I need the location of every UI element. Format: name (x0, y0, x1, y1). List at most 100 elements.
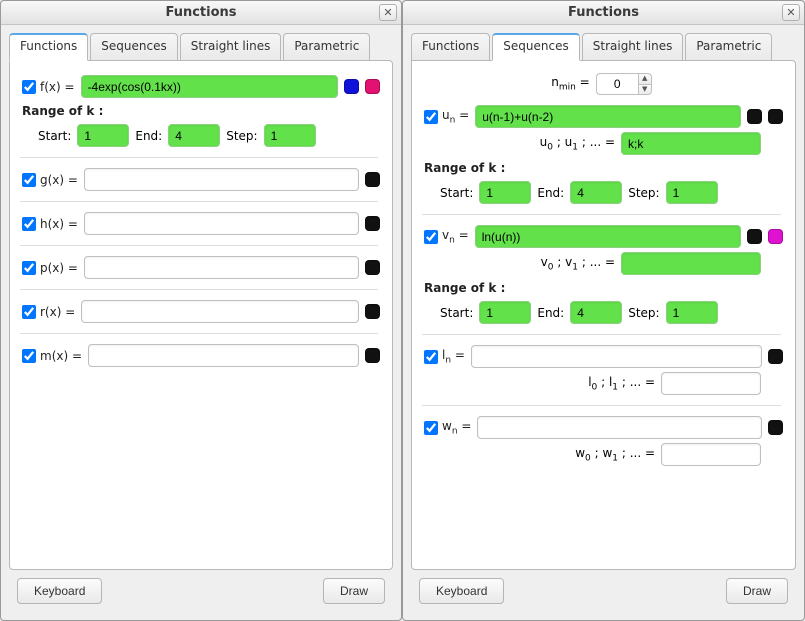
sequence-row-u: un = (420, 105, 783, 128)
function-input-p[interactable] (84, 256, 359, 279)
range-end-input[interactable] (570, 301, 622, 324)
enable-m-checkbox[interactable] (22, 349, 36, 363)
tab-panel: f(x) = Range of k : Start: End: Step: (9, 60, 393, 570)
init-input-w[interactable] (661, 443, 761, 466)
enable-h-checkbox[interactable] (22, 217, 36, 231)
init-input-u[interactable] (621, 132, 761, 155)
function-input-g[interactable] (84, 168, 359, 191)
sequence-input-v[interactable] (475, 225, 741, 248)
color-swatch-r[interactable] (365, 304, 380, 319)
draw-button[interactable]: Draw (726, 578, 788, 604)
init-input-v[interactable] (621, 252, 761, 275)
range-end-input[interactable] (168, 124, 220, 147)
draw-button[interactable]: Draw (323, 578, 385, 604)
keyboard-button[interactable]: Keyboard (419, 578, 504, 604)
close-icon[interactable]: ✕ (782, 4, 800, 21)
keyboard-button[interactable]: Keyboard (17, 578, 102, 604)
function-label-g: g(x) = (40, 173, 78, 187)
enable-w-checkbox[interactable] (424, 421, 438, 435)
range-start-input[interactable] (479, 301, 531, 324)
sequence-input-l[interactable] (471, 345, 762, 368)
nmin-input[interactable] (596, 73, 638, 95)
range-label: Range of k : (22, 104, 380, 118)
range-row-u: Start: End: Step: (440, 181, 783, 204)
tab-parametric[interactable]: Parametric (685, 33, 772, 61)
tabbar: Functions Sequences Straight lines Param… (9, 33, 393, 61)
tab-sequences[interactable]: Sequences (492, 33, 579, 61)
function-row-f: f(x) = (18, 75, 380, 98)
tab-functions[interactable]: Functions (411, 33, 490, 61)
window-title: Functions (165, 5, 236, 20)
function-input-h[interactable] (84, 212, 359, 235)
sequence-row-w: wn = (420, 416, 783, 439)
tab-straight-lines[interactable]: Straight lines (582, 33, 684, 61)
color-swatch-v1[interactable] (747, 229, 762, 244)
range-start-input[interactable] (479, 181, 531, 204)
titlebar: Functions ✕ (403, 1, 804, 25)
color-swatch-h[interactable] (365, 216, 380, 231)
footer: Keyboard Draw (9, 570, 393, 612)
function-input-f[interactable] (81, 75, 338, 98)
function-row-r: r(x) = (18, 300, 380, 323)
init-input-l[interactable] (661, 372, 761, 395)
function-row-m: m(x) = (18, 344, 380, 367)
color-swatch-v2[interactable] (768, 229, 783, 244)
color-swatch-p[interactable] (365, 260, 380, 275)
sequence-input-u[interactable] (475, 105, 741, 128)
enable-u-checkbox[interactable] (424, 110, 438, 124)
range-step-label: Step: (628, 306, 659, 320)
sequence-row-v: vn = (420, 225, 783, 248)
enable-l-checkbox[interactable] (424, 350, 438, 364)
function-row-p: p(x) = (18, 256, 380, 279)
enable-g-checkbox[interactable] (22, 173, 36, 187)
range-step-input[interactable] (264, 124, 316, 147)
enable-f-checkbox[interactable] (22, 80, 36, 94)
separator (422, 334, 781, 335)
close-icon[interactable]: ✕ (379, 4, 397, 21)
tab-sequences[interactable]: Sequences (90, 33, 177, 61)
color-swatch-f2[interactable] (365, 79, 380, 94)
color-swatch-g[interactable] (365, 172, 380, 187)
color-swatch-w[interactable] (768, 420, 783, 435)
enable-r-checkbox[interactable] (22, 305, 36, 319)
sequence-label-u: un = (442, 108, 469, 125)
enable-v-checkbox[interactable] (424, 230, 438, 244)
init-label-w: w0 ; w1 ; ... = (575, 446, 655, 463)
spin-up-icon[interactable]: ▲ (638, 73, 652, 84)
color-swatch-u2[interactable] (768, 109, 783, 124)
function-label-r: r(x) = (40, 305, 75, 319)
range-label-u: Range of k : (424, 161, 783, 175)
sequence-input-w[interactable] (477, 416, 762, 439)
color-swatch-u1[interactable] (747, 109, 762, 124)
window-functions-right: Functions ✕ Functions Sequences Straight… (402, 0, 805, 621)
tab-functions[interactable]: Functions (9, 33, 88, 61)
init-row-w: w0 ; w1 ; ... = (420, 443, 761, 466)
tab-straight-lines[interactable]: Straight lines (180, 33, 282, 61)
function-label-p: p(x) = (40, 261, 78, 275)
function-input-r[interactable] (81, 300, 359, 323)
sequence-label-l: ln = (442, 348, 465, 365)
range-start-input[interactable] (77, 124, 129, 147)
color-swatch-f1[interactable] (344, 79, 359, 94)
separator (20, 333, 378, 334)
range-step-input[interactable] (666, 181, 718, 204)
init-label-u: u0 ; u1 ; ... = (540, 135, 615, 152)
tab-parametric[interactable]: Parametric (283, 33, 370, 61)
spin-down-icon[interactable]: ▼ (638, 84, 652, 96)
range-end-label: End: (537, 306, 564, 320)
range-start-label: Start: (440, 306, 473, 320)
separator (20, 157, 378, 158)
range-step-input[interactable] (666, 301, 718, 324)
range-step-label: Step: (226, 129, 257, 143)
function-input-m[interactable] (88, 344, 359, 367)
sequence-list[interactable]: nmin = ▲ ▼ un = (420, 71, 787, 561)
sequence-label-v: vn = (442, 228, 469, 245)
color-swatch-l[interactable] (768, 349, 783, 364)
sequence-row-l: ln = (420, 345, 783, 368)
enable-p-checkbox[interactable] (22, 261, 36, 275)
footer: Keyboard Draw (411, 570, 796, 612)
color-swatch-m[interactable] (365, 348, 380, 363)
sequence-label-w: wn = (442, 419, 471, 436)
init-row-u: u0 ; u1 ; ... = (420, 132, 761, 155)
range-end-input[interactable] (570, 181, 622, 204)
